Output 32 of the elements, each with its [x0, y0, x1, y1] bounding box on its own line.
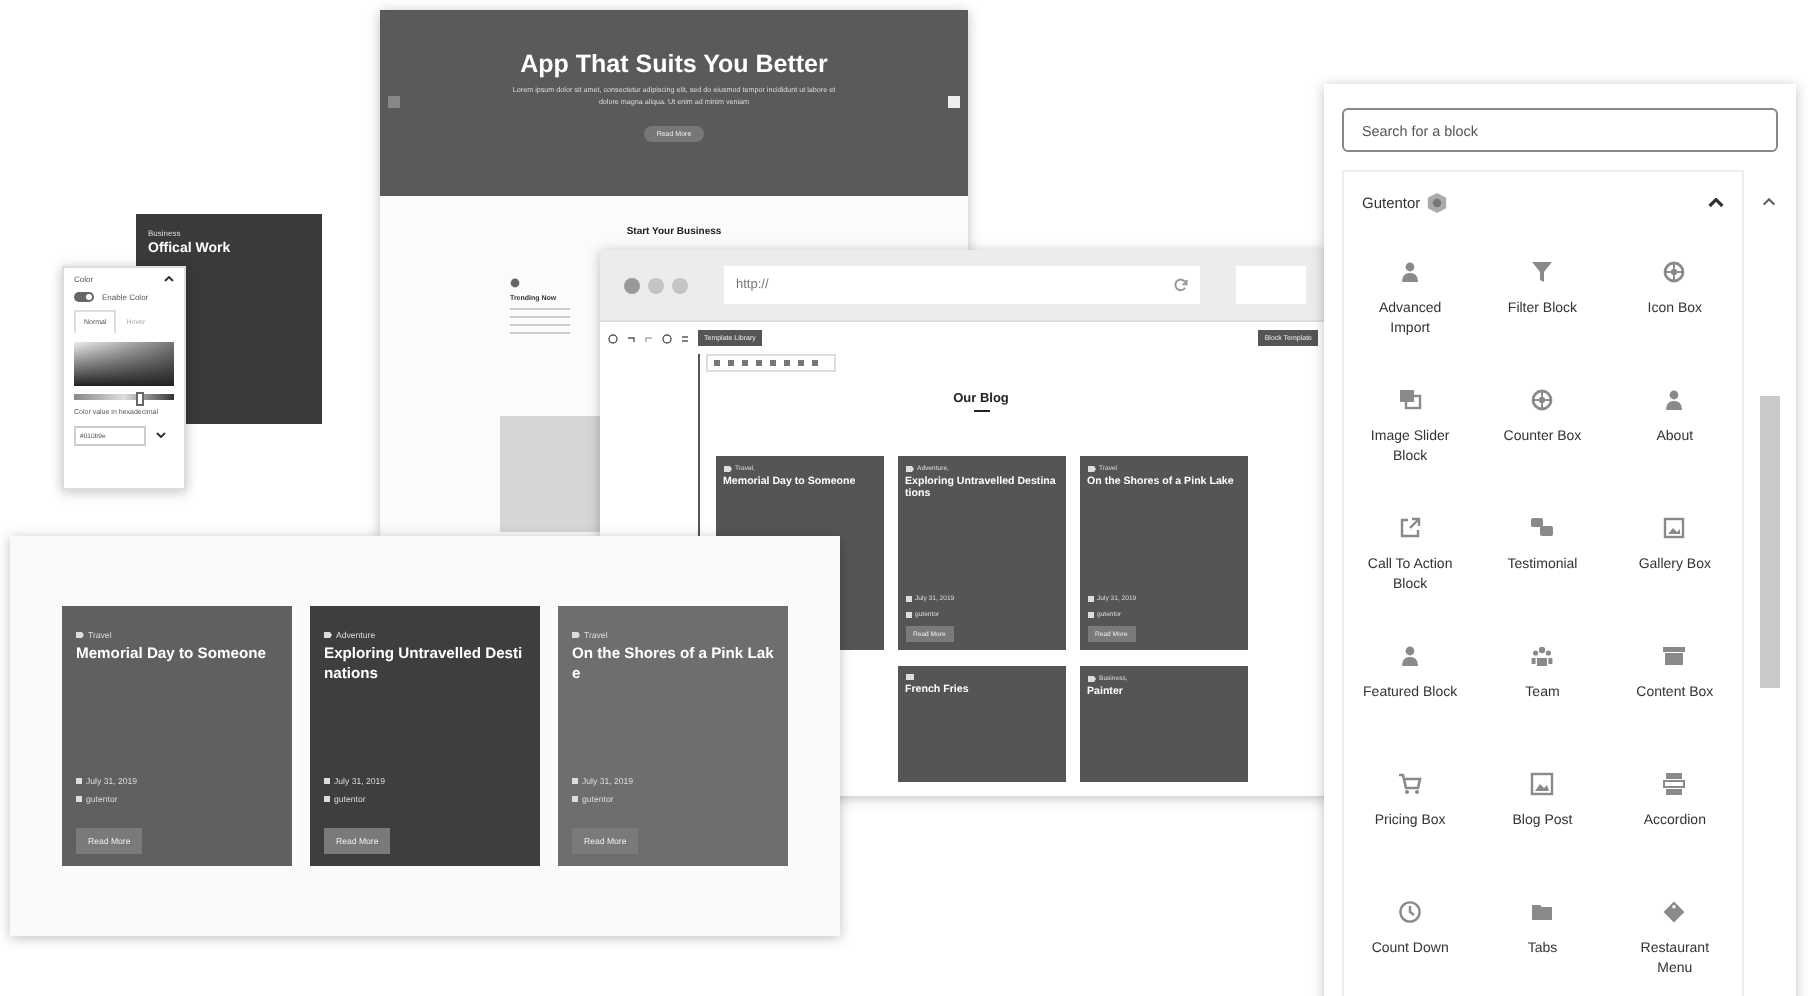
chat-icon	[1530, 516, 1555, 540]
aperture-icon	[1662, 260, 1687, 284]
folder-icon	[1530, 900, 1555, 924]
hero-title: App That Suits You Better	[520, 50, 828, 78]
picture-icon	[1530, 772, 1555, 796]
team-icon	[1530, 644, 1555, 668]
person-icon	[1662, 388, 1687, 412]
cart-icon	[1398, 772, 1423, 796]
chevron-down-icon[interactable]	[156, 432, 166, 439]
aperture-icon	[1530, 388, 1555, 412]
clock-icon	[1398, 900, 1423, 924]
box-icon	[1662, 644, 1687, 668]
reload-icon[interactable]	[1173, 278, 1188, 292]
scroll-up-icon[interactable]	[1761, 198, 1775, 206]
gallery-icon	[1662, 516, 1687, 540]
external-icon	[1398, 516, 1423, 540]
accordion-icon	[1662, 772, 1687, 796]
window-controls[interactable]	[624, 277, 688, 293]
person-icon	[1398, 260, 1423, 284]
toggle-switch[interactable]	[74, 292, 94, 302]
funnel-icon	[1530, 260, 1555, 284]
hexagon-logo-icon	[1426, 192, 1449, 214]
chevron-up-icon[interactable]	[1707, 198, 1723, 208]
color-picker[interactable]	[74, 342, 174, 386]
chevron-up-icon[interactable]	[164, 276, 174, 282]
photo-placeholder	[500, 416, 600, 532]
opacity-slider[interactable]	[74, 394, 174, 400]
block-toolbar[interactable]	[706, 354, 836, 372]
person-icon	[1398, 644, 1423, 668]
undo-icon[interactable]	[626, 333, 636, 343]
list-icon[interactable]	[680, 333, 690, 343]
slides-icon	[1398, 388, 1423, 412]
